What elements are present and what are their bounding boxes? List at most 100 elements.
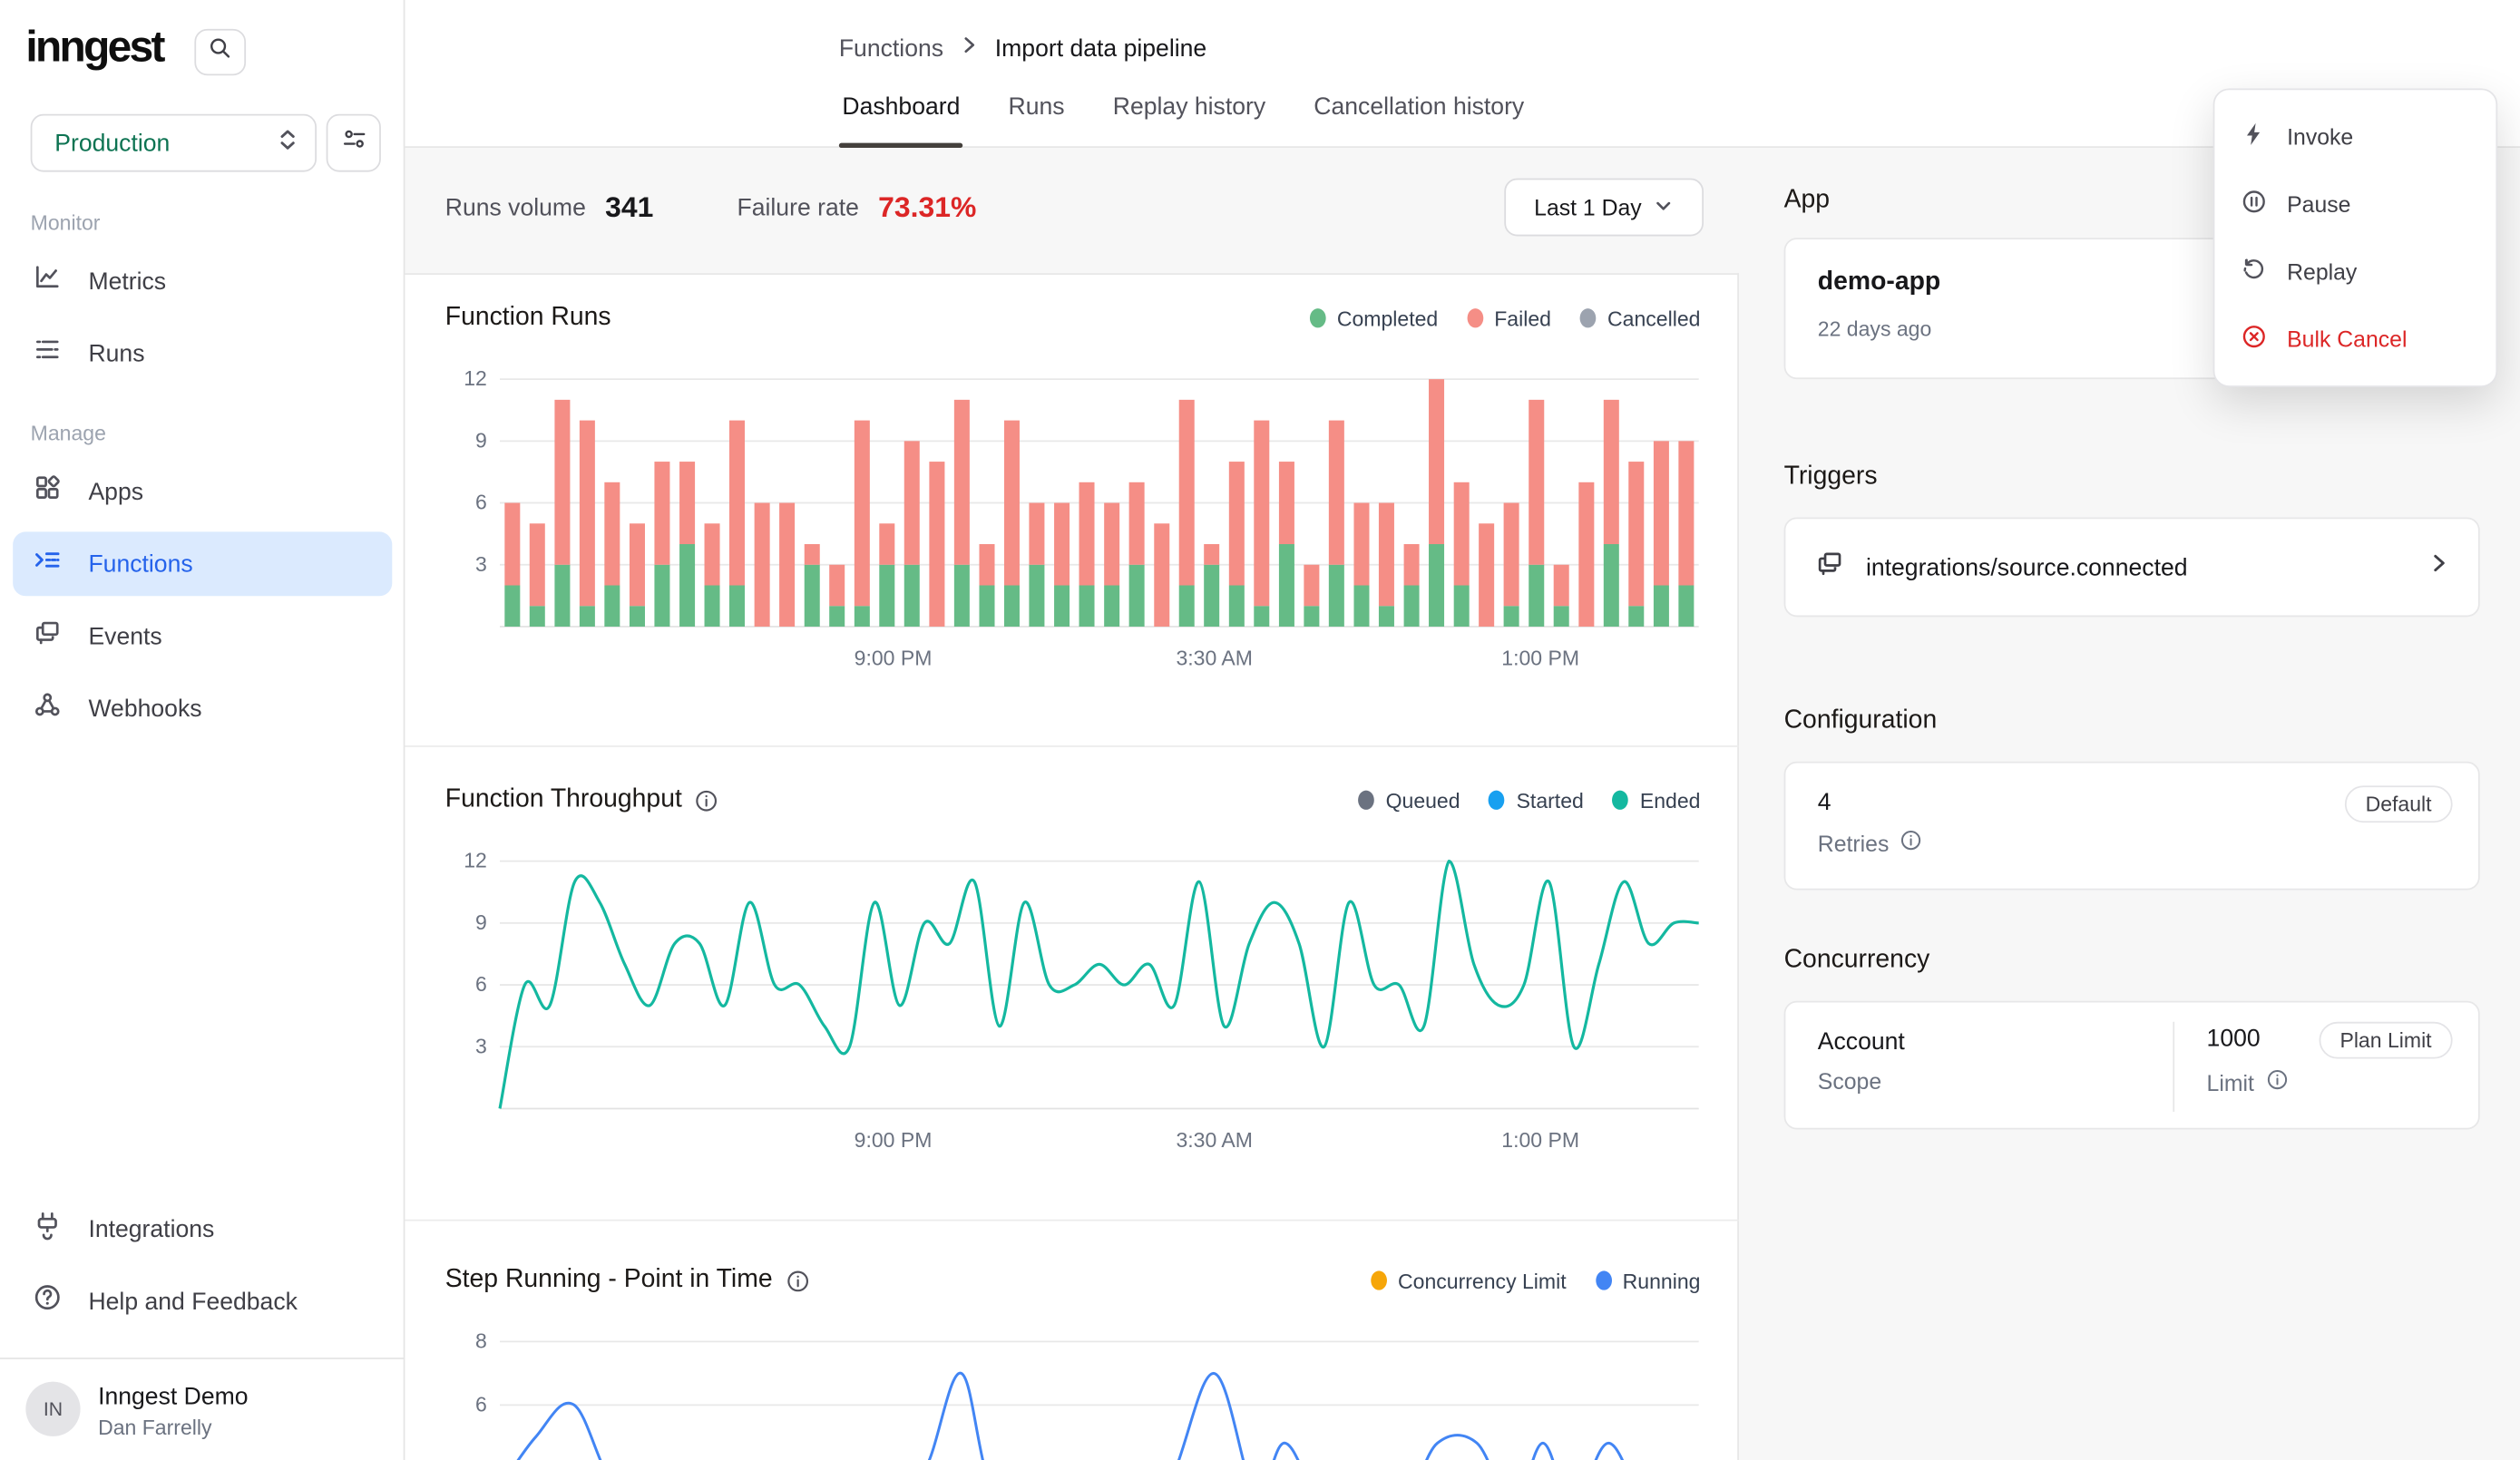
failure-rate-label: Failure rate [737, 193, 858, 220]
sidebar-section-manage: Manage [31, 421, 106, 445]
tab-replay-history[interactable]: Replay history [1109, 93, 1268, 148]
events-icon [32, 617, 63, 656]
configuration-heading: Configuration [1784, 707, 1938, 736]
function-throughput-header: Function Throughput QueuedStartedEnded [445, 781, 1701, 820]
sidebar-item-integrations[interactable]: Integrations [13, 1197, 392, 1261]
sidebar-item-runs[interactable]: Runs [13, 321, 392, 385]
menu-item-label: Pause [2287, 191, 2350, 217]
svg-text:9: 9 [475, 428, 487, 452]
breadcrumb-functions[interactable]: Functions [839, 34, 943, 62]
user-name: Dan Farrelly [98, 1416, 211, 1440]
app-heading: App [1784, 187, 1830, 216]
legend-dot [1613, 791, 1629, 810]
sidebar-item-label: Apps [88, 478, 143, 505]
menu-item-pause[interactable]: Pause [2214, 170, 2496, 238]
svg-text:12: 12 [464, 366, 487, 390]
sidebar-item-label: Help and Feedback [88, 1288, 297, 1315]
app-name: demo-app [1818, 268, 1940, 297]
chevron-right-icon [960, 34, 979, 63]
function-throughput-legend: Queued Started Ended [1358, 788, 1700, 813]
chevron-down-icon [1655, 194, 1674, 219]
search-icon [208, 35, 233, 69]
svg-text:3:30 AM: 3:30 AM [1176, 1128, 1252, 1152]
info-icon[interactable] [786, 1269, 810, 1293]
breadcrumb-current: Import data pipeline [995, 34, 1206, 62]
plug-icon [32, 1210, 63, 1249]
apps-icon [32, 472, 63, 511]
function-runs-chart: 369129:00 PM3:30 AM1:00 PM [445, 363, 1705, 677]
legend-item: Started [1489, 788, 1583, 813]
sidebar-item-help[interactable]: Help and Feedback [13, 1270, 392, 1334]
sidebar-item-apps[interactable]: Apps [13, 460, 392, 524]
legend-item: Failed [1467, 307, 1551, 331]
inngest-logo: inngest [25, 23, 163, 73]
menu-item-label: Invoke [2287, 123, 2353, 149]
legend-dot [1596, 1270, 1612, 1290]
step-running-legend: Concurrency LimitRunning [1371, 1269, 1701, 1293]
triggers-heading: Triggers [1784, 462, 1878, 492]
legend-item: Completed [1310, 307, 1439, 331]
limit-label: Limit [2207, 1069, 2254, 1095]
svg-text:1:00 PM: 1:00 PM [1501, 1128, 1579, 1152]
menu-item-bulk-cancel[interactable]: Bulk Cancel [2214, 306, 2496, 373]
page-header: Functions Import data pipeline Dashboard… [405, 0, 2520, 148]
function-runs-header: Function Runs CompletedFailedCancelled [445, 299, 1701, 338]
menu-item-label: Bulk Cancel [2287, 326, 2407, 352]
sidebar-item-metrics[interactable]: Metrics [13, 249, 392, 314]
concurrency-card: Account Scope 1000 Limit Plan Limit [1784, 1001, 2480, 1130]
functions-icon [32, 545, 63, 584]
info-icon[interactable] [2265, 1068, 2288, 1095]
info-icon[interactable] [695, 788, 719, 813]
sidebar-item-webhooks[interactable]: Webhooks [13, 676, 392, 741]
sidebar-item-label: Functions [88, 550, 192, 578]
scope-label: Scope [1818, 1068, 1881, 1094]
avatar[interactable]: IN [25, 1382, 80, 1436]
app-synced: 22 days ago [1818, 316, 1932, 341]
section-divider [405, 1220, 1739, 1222]
sidebar-item-label: Metrics [88, 268, 166, 295]
tab-cancellation-history[interactable]: Cancellation history [1311, 93, 1528, 148]
retries-label: Retries [1818, 830, 1890, 855]
legend-item: Concurrency Limit [1371, 1269, 1567, 1293]
legend-dot [1489, 791, 1505, 810]
svg-text:4: 4 [475, 1455, 487, 1460]
time-range-select[interactable]: Last 1 Day [1504, 179, 1704, 237]
function-runs-legend: CompletedFailedCancelled [1310, 307, 1701, 331]
menu-item-replay[interactable]: Replay [2214, 238, 2496, 305]
svg-text:9:00 PM: 9:00 PM [855, 1128, 933, 1152]
tab-runs[interactable]: Runs [1005, 93, 1068, 148]
plan-limit-badge: Plan Limit [2319, 1022, 2452, 1059]
card-divider [2173, 1022, 2174, 1112]
sidebar-item-events[interactable]: Events [13, 604, 392, 668]
search-button[interactable] [194, 29, 246, 75]
retries-card: 4 Retries Default [1784, 762, 2480, 891]
legend-item: Queued [1358, 788, 1460, 813]
svg-text:6: 6 [475, 1392, 487, 1416]
svg-text:8: 8 [475, 1329, 487, 1352]
event-icon [1814, 548, 1845, 587]
svg-text:3: 3 [475, 1034, 487, 1057]
info-icon[interactable] [1900, 829, 1923, 856]
help-icon [32, 1282, 63, 1321]
environment-filter-button[interactable] [327, 114, 381, 172]
legend-dot [1371, 1270, 1387, 1290]
trigger-card[interactable]: integrations/source.connected [1784, 517, 2480, 617]
legend-dot [1310, 308, 1326, 327]
section-divider [405, 745, 1739, 747]
limit-label-row: Limit [2207, 1068, 2289, 1095]
scope-value: Account [1818, 1028, 1905, 1056]
all-actions-menu: Invoke Pause Replay Bulk Cancel [2213, 88, 2498, 387]
legend-item: Ended [1613, 788, 1701, 813]
svg-text:3:30 AM: 3:30 AM [1176, 646, 1252, 669]
environment-select[interactable]: Production [31, 114, 317, 172]
tab-dashboard[interactable]: Dashboard [839, 93, 963, 148]
runs-volume-label: Runs volume [445, 193, 586, 220]
sidebar-divider [0, 1358, 405, 1359]
tab-bar: Dashboard Runs Replay history Cancellati… [839, 93, 1528, 148]
legend-dot [1467, 308, 1483, 327]
user-org-name: Inngest Demo [98, 1383, 248, 1410]
sidebar-item-functions[interactable]: Functions [13, 531, 392, 596]
menu-item-invoke[interactable]: Invoke [2214, 102, 2496, 170]
function-runs-title: Function Runs [445, 304, 611, 333]
step-running-header: Step Running - Point in Time Concurrency… [445, 1261, 1701, 1300]
